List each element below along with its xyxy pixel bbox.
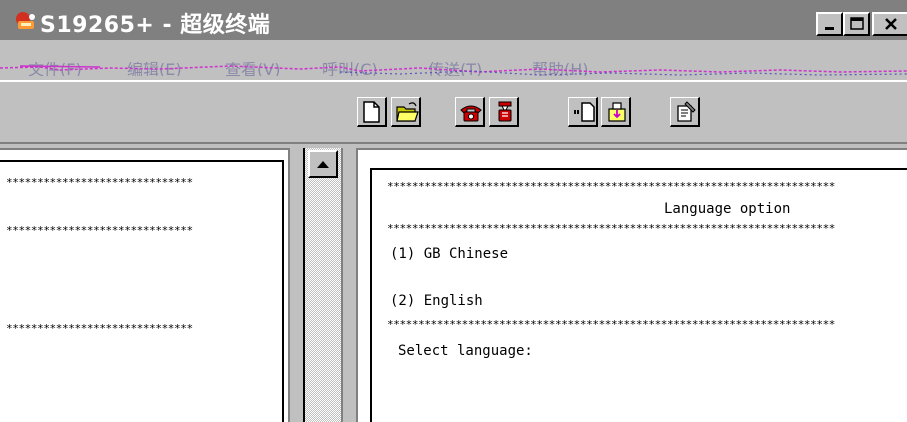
disconnect-button[interactable] [489,97,519,127]
left-star-line: ****************************** [6,322,193,335]
terminal-border-line: ****************************************… [387,318,836,331]
new-connection-button[interactable] [357,97,387,127]
vertical-scrollbar[interactable] [305,148,341,422]
receive-button[interactable] [601,97,631,127]
scrollbar-right-edge [341,148,343,422]
left-star-line: ****************************** [6,224,193,237]
receive-file-icon [608,102,626,122]
open-button[interactable] [391,97,421,127]
maximize-button[interactable] [843,12,870,36]
send-file-icon [574,102,595,122]
left-star-line: ****************************** [6,176,193,189]
send-button[interactable] [568,97,598,127]
minimize-button[interactable] [816,12,843,36]
title-bar: S19265+ - 超级终端 [0,0,907,40]
properties-icon [677,101,696,122]
window-title: S19265+ - 超级终端 [40,13,271,38]
toolbar-bottom-divider [0,142,907,144]
toolbar [0,80,907,142]
arrow-up-icon [317,161,329,168]
menu-render-artifact [0,65,907,76]
toolbar-top-divider [0,80,907,82]
scroll-up-button[interactable] [308,150,338,178]
terminal-heading: Language option [664,201,791,217]
hyperterminal-app-icon[interactable] [14,11,36,31]
scrollbar-left-edge [303,148,305,422]
new-document-icon [363,101,380,123]
properties-button[interactable] [670,97,700,127]
open-folder-icon [396,102,419,122]
terminal-prompt: Select language: [398,343,533,359]
terminal-option-chinese: (1) GB Chinese [390,246,509,262]
left-pane-frame [0,160,284,422]
terminal-border-line: ****************************************… [387,222,836,235]
close-button[interactable] [872,12,907,36]
terminal-border-line: ****************************************… [387,180,836,193]
hang-up-phone-icon [498,101,512,122]
call-button[interactable] [455,97,485,127]
phone-icon [460,105,482,122]
terminal-option-english: (2) English [390,293,483,309]
